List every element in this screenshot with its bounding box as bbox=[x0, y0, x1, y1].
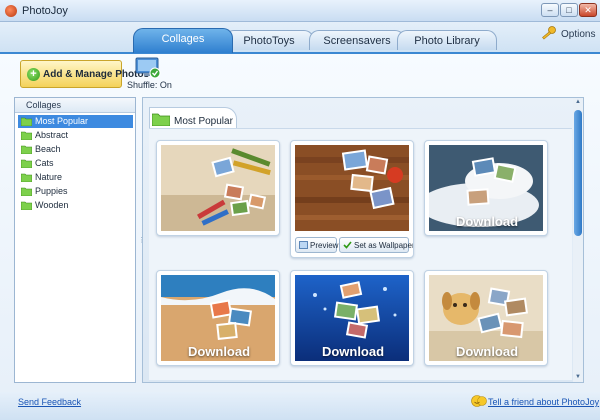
folder-icon bbox=[21, 201, 32, 210]
scroll-up-arrow[interactable]: ▲ bbox=[573, 98, 583, 107]
tell-a-friend-link[interactable]: Tell a friend about PhotoJoy bbox=[488, 397, 599, 407]
download-label: Download bbox=[321, 344, 385, 359]
collage-preview-image bbox=[161, 145, 275, 231]
download-label: Download bbox=[187, 344, 251, 359]
preview-icon bbox=[299, 241, 308, 249]
tab-photo-library[interactable]: Photo Library bbox=[397, 30, 497, 50]
window-title: PhotoJoy bbox=[22, 5, 68, 17]
collage-preview-image bbox=[295, 145, 409, 231]
sidebar-item-label: Nature bbox=[35, 172, 63, 182]
sidebar-item-label: Wooden bbox=[35, 200, 69, 210]
minimize-button[interactable]: – bbox=[541, 3, 559, 17]
shuffle-monitor-icon bbox=[135, 57, 161, 79]
scroll-down-arrow[interactable]: ▼ bbox=[573, 373, 583, 382]
send-feedback-link[interactable]: Send Feedback bbox=[18, 397, 81, 407]
plus-icon: + bbox=[27, 68, 40, 81]
collage-thumbnail-6[interactable]: Download bbox=[424, 270, 548, 366]
folder-icon bbox=[21, 145, 32, 154]
sidebar-item-most-popular[interactable]: Most Popular bbox=[18, 115, 133, 128]
shuffle-label: Shuffle: On bbox=[127, 80, 172, 90]
sidebar-item-beach[interactable]: Beach bbox=[18, 143, 133, 156]
smiley-icon bbox=[471, 395, 487, 407]
tab-collages[interactable]: Collages bbox=[133, 28, 233, 53]
title-bar: PhotoJoy – □ ✕ bbox=[0, 0, 600, 22]
download-label: Download bbox=[455, 344, 519, 359]
folder-icon bbox=[21, 187, 32, 196]
sidebar-item-label: Abstract bbox=[35, 130, 69, 140]
scroll-thumb[interactable] bbox=[574, 110, 582, 236]
download-label: Download bbox=[455, 214, 519, 229]
collage-thumbnail-1[interactable] bbox=[156, 140, 280, 236]
sidebar-item-label: Beach bbox=[35, 144, 61, 154]
collages-sidebar: Collages Most Popular Abstract Beach Cat… bbox=[14, 97, 136, 383]
sidebar-item-nature[interactable]: Nature bbox=[18, 171, 133, 184]
photojoy-app-icon bbox=[5, 5, 17, 17]
preview-button[interactable]: Preview bbox=[295, 237, 339, 253]
sidebar-item-label: Puppies bbox=[35, 186, 68, 196]
sidebar-item-cats[interactable]: Cats bbox=[18, 157, 133, 170]
sidebar-item-abstract[interactable]: Abstract bbox=[18, 129, 133, 142]
sidebar-item-wooden[interactable]: Wooden bbox=[18, 199, 133, 212]
folder-icon bbox=[21, 117, 32, 126]
folder-icon bbox=[152, 113, 170, 126]
sidebar-item-label: Cats bbox=[35, 158, 54, 168]
folder-icon bbox=[21, 159, 32, 168]
key-icon bbox=[542, 26, 556, 40]
folder-icon bbox=[21, 173, 32, 182]
collage-thumbnail-2[interactable]: Preview Set as Wallpaper bbox=[290, 140, 414, 258]
close-button[interactable]: ✕ bbox=[579, 3, 597, 17]
set-as-wallpaper-button[interactable]: Set as Wallpaper bbox=[339, 237, 413, 253]
preview-label: Preview bbox=[310, 241, 339, 250]
gallery-heading: Most Popular bbox=[149, 107, 237, 129]
footer-bar: Send Feedback Tell a friend about PhotoJ… bbox=[0, 392, 600, 420]
tab-phototoys[interactable]: PhotoToys bbox=[224, 30, 314, 50]
collage-thumbnail-4[interactable]: Download bbox=[156, 270, 280, 366]
splitter-handle[interactable]: ⋮ bbox=[138, 236, 145, 244]
maximize-button[interactable]: □ bbox=[560, 3, 578, 17]
add-manage-photos-button[interactable]: + Add & Manage Photos bbox=[20, 60, 149, 88]
collage-thumbnail-5[interactable]: Download bbox=[290, 270, 414, 366]
set-as-wallpaper-label: Set as Wallpaper bbox=[354, 241, 414, 250]
folder-icon bbox=[21, 131, 32, 140]
shuffle-toggle[interactable]: Shuffle: On bbox=[127, 57, 172, 91]
collage-thumbnail-3[interactable]: Download bbox=[424, 140, 548, 236]
sidebar-item-label: Most Popular bbox=[35, 116, 89, 126]
options-label: Options bbox=[561, 29, 596, 40]
gallery-scrollbar[interactable]: ▲ ▼ bbox=[573, 98, 583, 382]
sidebar-item-puppies[interactable]: Puppies bbox=[18, 185, 133, 198]
tab-screensavers[interactable]: Screensavers bbox=[309, 30, 405, 50]
checkmark-icon bbox=[343, 241, 352, 249]
sidebar-title: Collages bbox=[15, 98, 135, 113]
gallery-title: Most Popular bbox=[174, 116, 233, 127]
